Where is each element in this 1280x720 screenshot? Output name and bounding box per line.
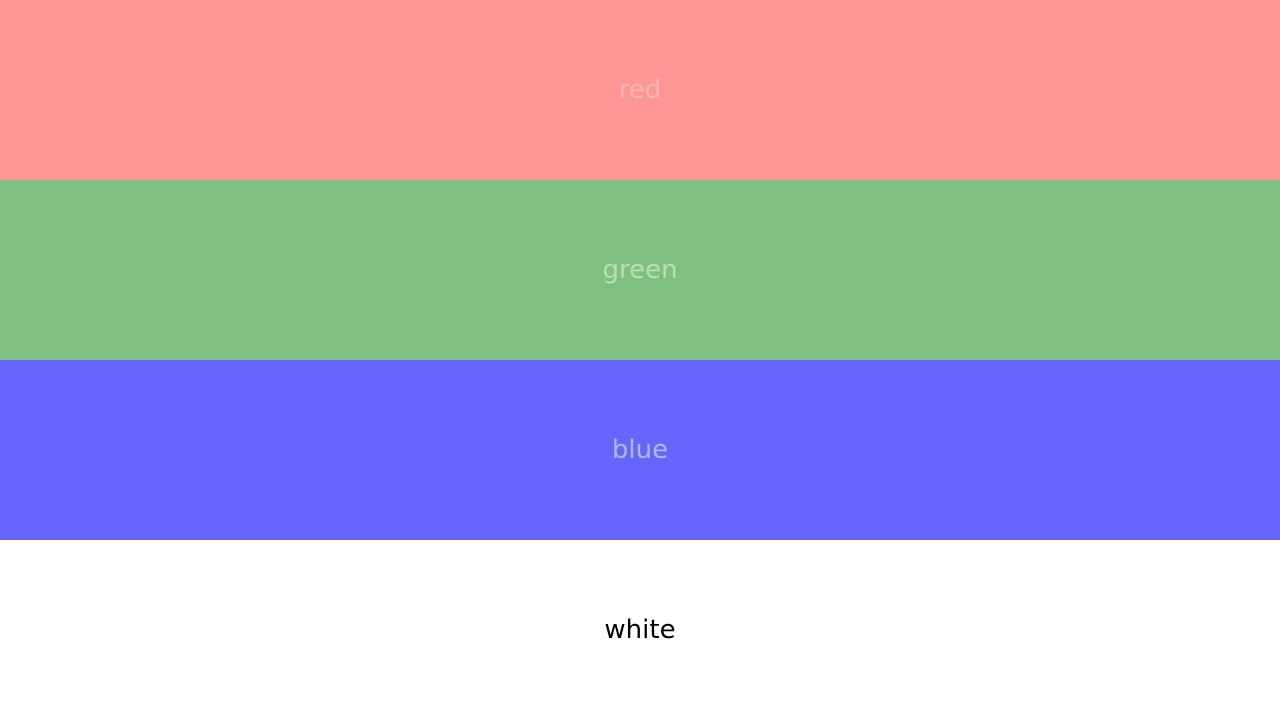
red-band-label: red: [618, 75, 662, 105]
red-band: red: [0, 0, 1280, 180]
green-band-label: green: [602, 255, 678, 285]
green-band: green: [0, 180, 1280, 360]
white-band: white: [0, 540, 1280, 720]
blue-band: blue: [0, 360, 1280, 540]
color-band-stack: red green blue white: [0, 0, 1280, 720]
blue-band-label: blue: [611, 435, 669, 465]
white-band-label: white: [604, 615, 676, 645]
